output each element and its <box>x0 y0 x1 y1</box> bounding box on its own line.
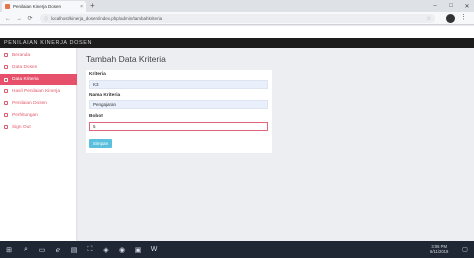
edge-icon[interactable]: ℯ <box>52 244 64 255</box>
clock[interactable]: 3:06 PM 6/11/2019 <box>430 244 448 254</box>
app-icon[interactable]: ▣ <box>132 244 144 255</box>
calculator-icon <box>4 113 8 117</box>
edit-icon <box>4 101 8 105</box>
kriteria-label: Kriteria <box>89 72 106 77</box>
browser-tab[interactable]: Penilaian Kinerja Dosen × <box>2 1 86 12</box>
bobot-label: Bobot <box>89 114 103 119</box>
sidebar-item-hasil-penilaian[interactable]: Hasil Penilaian Kinerja <box>0 86 77 96</box>
sidebar-item-label: Perhitungan <box>12 112 38 118</box>
main-content: Tambah Data Kriteria Kriteria K3 Nama Kr… <box>78 48 474 241</box>
browser-menu-icon[interactable]: ⋮ <box>460 13 467 21</box>
new-tab-button[interactable]: + <box>90 1 95 11</box>
page-top-spacer <box>0 26 474 38</box>
app-title: PENILAIAN KINERJA DOSEN <box>4 40 93 46</box>
sidebar-item-data-kriteria[interactable]: Data Kriteria <box>0 74 77 85</box>
chrome-icon[interactable]: ◉ <box>116 244 128 255</box>
browser-toolbar: ← → ⟳ ⓘ localhost/kinerja_dosen/index.ph… <box>0 12 474 25</box>
sidebar-item-label: Data Dosen <box>12 64 38 70</box>
tab-close-icon[interactable]: × <box>80 4 83 10</box>
sidebar-item-label: Data Kriteria <box>12 77 39 82</box>
home-icon <box>4 53 8 57</box>
search-icon[interactable]: ⌕ <box>20 244 32 255</box>
address-bar[interactable]: ⓘ localhost/kinerja_dosen/index.php/admi… <box>40 14 435 23</box>
save-button[interactable]: Simpan <box>89 139 112 148</box>
task-view-icon[interactable]: ▭ <box>36 244 48 255</box>
user-icon <box>4 65 8 69</box>
list-icon <box>4 77 8 82</box>
form-card: Kriteria K3 Nama Kriteria Pengajaran Bob… <box>86 70 272 153</box>
sidebar-item-data-dosen[interactable]: Data Dosen <box>0 62 77 72</box>
kriteria-field[interactable]: K3 <box>89 80 268 89</box>
sidebar-item-penilaian-dosen[interactable]: Penilaian Dosen <box>0 98 77 108</box>
reload-button[interactable]: ⟳ <box>26 14 34 23</box>
sign-out-icon <box>4 125 8 129</box>
store-icon[interactable]: ⛶ <box>84 244 96 255</box>
app-header: PENILAIAN KINERJA DOSEN <box>0 38 474 48</box>
sidebar-item-label: Sign Out <box>12 124 31 130</box>
maximize-button[interactable]: □ <box>444 0 458 12</box>
sidebar: Beranda Data Dosen Data Kriteria Hasil P… <box>0 48 77 241</box>
nama-kriteria-label: Nama Kriteria <box>89 93 121 98</box>
bobot-field[interactable]: 5 <box>89 122 268 131</box>
chart-icon <box>4 89 8 93</box>
minimize-button[interactable]: – <box>428 0 442 12</box>
forward-button[interactable]: → <box>15 14 23 23</box>
tab-title: Penilaian Kinerja Dosen <box>13 4 62 9</box>
bookmark-star-icon[interactable]: ☆ <box>427 16 431 22</box>
word-icon[interactable]: W <box>148 244 160 255</box>
app-icon[interactable]: ◈ <box>100 244 112 255</box>
start-windows-icon[interactable]: ⊞ <box>3 244 15 255</box>
page-title: Tambah Data Kriteria <box>86 54 166 64</box>
notification-icon[interactable]: ▢ <box>460 244 470 255</box>
close-window-button[interactable]: ✕ <box>460 0 474 12</box>
browser-tabstrip: Penilaian Kinerja Dosen × + – □ ✕ <box>0 0 474 12</box>
info-icon: ⓘ <box>44 15 48 21</box>
sidebar-item-label: Hasil Penilaian Kinerja <box>12 88 60 94</box>
date-text: 6/11/2019 <box>430 249 449 254</box>
file-explorer-icon[interactable]: ▤ <box>68 244 80 255</box>
favicon-icon <box>5 4 10 9</box>
sidebar-item-perhitungan[interactable]: Perhitungan <box>0 110 77 120</box>
sidebar-item-label: Beranda <box>12 52 31 58</box>
os-taskbar: ⊞ ⌕ ▭ ℯ ▤ ⛶ ◈ ◉ ▣ W 3:06 PM 6/11/2019 ▢ <box>0 241 474 258</box>
sidebar-item-beranda[interactable]: Beranda <box>0 50 77 60</box>
sidebar-item-label: Penilaian Dosen <box>12 100 47 106</box>
sidebar-item-sign-out[interactable]: Sign Out <box>0 122 77 132</box>
profile-avatar[interactable] <box>446 14 455 23</box>
back-button[interactable]: ← <box>4 14 12 23</box>
nama-kriteria-field[interactable]: Pengajaran <box>89 100 268 109</box>
url-text: localhost/kinerja_dosen/index.php/admin/… <box>51 16 163 21</box>
